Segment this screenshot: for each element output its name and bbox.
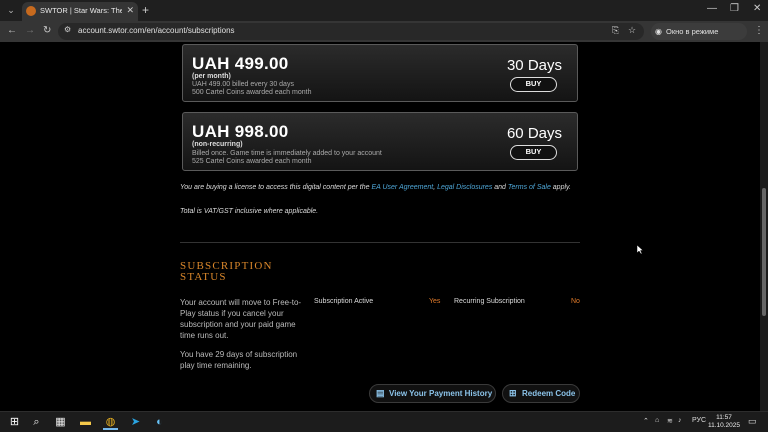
notifications-icon[interactable]: ▭ xyxy=(748,416,757,427)
incognito-badge[interactable]: ◉ Окно в режиме инкогнито xyxy=(651,23,747,53)
swtor-favicon-icon xyxy=(26,6,36,16)
bookmark-star-icon[interactable]: ☆ xyxy=(628,25,636,36)
vat-notice: Total is VAT/GST inclusive where applica… xyxy=(180,208,319,215)
buy-button-60-days[interactable]: BUY xyxy=(510,145,557,160)
clock-time: 11:57 xyxy=(716,414,732,421)
volume-icon[interactable]: ♪ xyxy=(678,417,682,424)
remaining-time-text: You have 29 days of subscription play ti… xyxy=(180,350,298,370)
new-tab-icon[interactable]: + xyxy=(142,3,149,17)
recurring-subscription-label: Recurring Subscription xyxy=(454,298,525,305)
license-notice-sep2: and xyxy=(492,184,508,191)
tray-misc-icon[interactable]: ⌂ xyxy=(655,417,659,424)
menu-kebab-icon[interactable]: ⋮ xyxy=(754,25,764,36)
tray-chevron-icon[interactable]: ⌃ xyxy=(643,417,649,425)
plan-term: (non-recurring) xyxy=(192,141,243,148)
chrome-icon[interactable]: ◍ xyxy=(103,415,118,430)
translate-icon[interactable]: ⎘ xyxy=(612,25,619,36)
calculator-icon[interactable]: ▦ xyxy=(53,415,68,430)
maximize-icon[interactable]: ❐ xyxy=(730,3,739,14)
legal-disclosures-link[interactable]: Legal Disclosures xyxy=(437,184,492,191)
plan-card-30-days: UAH 499.00 (per month) UAH 499.00 billed… xyxy=(182,44,578,102)
incognito-icon: ◉ xyxy=(655,27,662,36)
payment-history-label: View Your Payment History xyxy=(389,389,493,398)
subscription-active-value: Yes xyxy=(429,298,441,305)
page-content: UAH 499.00 (per month) UAH 499.00 billed… xyxy=(0,42,760,411)
plan-price: UAH 998.00 xyxy=(192,122,289,141)
site-info-icon[interactable]: ⚙ xyxy=(64,25,71,34)
plan-price: UAH 499.00 xyxy=(192,54,289,73)
telegram-icon[interactable]: ➤ xyxy=(128,415,143,430)
receipt-icon: ▤ xyxy=(376,388,385,398)
url-text: account.swtor.com/en/account/subscriptio… xyxy=(78,26,235,35)
plan-desc-line1: UAH 499.00 billed every 30 days xyxy=(192,81,294,88)
tab-title: SWTOR | Star Wars: The Old Re xyxy=(40,6,122,15)
file-explorer-icon[interactable]: ▬ xyxy=(78,415,93,430)
scrollbar-thumb[interactable] xyxy=(762,188,766,316)
license-notice: You are buying a license to access this … xyxy=(180,183,580,192)
steam-icon[interactable]: ◐ xyxy=(152,415,167,430)
tab-strip: ⌄ SWTOR | Star Wars: The Old Re ✕ + — ❐ … xyxy=(0,0,768,21)
tab-close-icon[interactable]: ✕ xyxy=(126,5,134,16)
title-line2: STATUS xyxy=(180,271,227,283)
tab-swtor[interactable]: SWTOR | Star Wars: The Old Re ✕ xyxy=(22,2,138,21)
forward-icon[interactable]: → xyxy=(25,25,35,36)
tab-search-icon[interactable]: ⌄ xyxy=(4,3,18,17)
license-notice-suffix: apply. xyxy=(550,184,571,191)
view-payment-history-button[interactable]: ▤ View Your Payment History xyxy=(369,384,496,403)
minimize-icon[interactable]: — xyxy=(707,3,717,14)
plan-desc-line2: 500 Cartel Coins awarded each month xyxy=(192,89,312,96)
subscription-active-label: Subscription Active xyxy=(314,298,374,305)
clock-date: 11.10.2025 xyxy=(707,422,741,429)
search-icon[interactable]: ⌕ xyxy=(29,415,44,430)
subscription-status-title: SUBSCRIPTION STATUS xyxy=(180,261,273,283)
reload-icon[interactable]: ↻ xyxy=(43,25,51,36)
plan-term: (per month) xyxy=(192,73,231,80)
plan-desc-line1: Billed once. Game time is immediately ad… xyxy=(192,150,382,157)
section-divider xyxy=(180,242,580,243)
redeem-label: Redeem Code xyxy=(522,389,576,398)
gift-icon: ⊞ xyxy=(509,388,517,398)
wifi-icon[interactable]: ≋ xyxy=(667,417,673,425)
terms-of-sale-link[interactable]: Terms of Sale xyxy=(508,184,551,191)
ea-user-agreement-link[interactable]: EA User Agreement xyxy=(371,184,433,191)
f2p-explanation: Your account will move to Free-to-Play s… xyxy=(180,298,302,340)
recurring-subscription-value: No xyxy=(571,298,580,305)
address-bar[interactable]: ⚙ account.swtor.com/en/account/subscript… xyxy=(58,23,644,40)
plan-days: 60 Days xyxy=(506,125,562,142)
toolbar: ← → ↻ ⚙ account.swtor.com/en/account/sub… xyxy=(0,21,768,53)
plan-card-60-days: UAH 998.00 (non-recurring) Billed once. … xyxy=(182,112,578,171)
buy-button-30-days[interactable]: BUY xyxy=(510,77,557,92)
window-close-icon[interactable]: ✕ xyxy=(753,3,761,14)
back-icon[interactable]: ← xyxy=(7,25,17,36)
plan-days: 30 Days xyxy=(506,57,562,74)
start-windows-icon[interactable]: ⊞ xyxy=(7,415,22,430)
plan-desc-line2: 525 Cartel Coins awarded each month xyxy=(192,158,312,165)
clock[interactable]: 11:57 11.10.2025 xyxy=(702,414,746,430)
mouse-cursor-icon xyxy=(637,245,644,255)
license-notice-prefix: You are buying a license to access this … xyxy=(180,184,372,191)
redeem-code-button[interactable]: ⊞ Redeem Code xyxy=(502,384,580,403)
page-scrollbar[interactable] xyxy=(760,42,768,411)
windows-taskbar: ⊞ ⌕ ▦ ▬ ◍ ➤ ◐ ⌃ ⌂ ≋ ♪ РУС 11:57 11.10.20… xyxy=(0,411,768,432)
